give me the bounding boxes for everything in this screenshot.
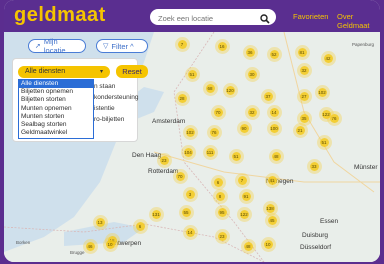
atm-cluster-marker[interactable]: 23 xyxy=(159,155,169,165)
top-bar: geldmaat Favorieten Over Geldmaat xyxy=(4,0,380,32)
atm-cluster-marker[interactable]: 16 xyxy=(217,41,227,51)
atm-cluster-marker[interactable]: 36 xyxy=(245,47,255,57)
dropdown-option[interactable]: Munten opnemen xyxy=(19,105,93,113)
my-location-button[interactable]: ➚ Mijn locatie xyxy=(28,37,86,55)
atm-cluster-marker[interactable]: 8 xyxy=(215,191,225,201)
atm-cluster-marker[interactable]: 68 xyxy=(205,83,215,93)
city-label: Düsseldorf xyxy=(300,244,332,251)
city-label: Den Haag xyxy=(132,152,162,159)
city-label: Amsterdam xyxy=(152,118,186,125)
chevron-down-icon: ▾ xyxy=(99,69,103,75)
filter-option-partial[interactable]: n staan xyxy=(94,83,115,90)
atm-cluster-marker[interactable]: 7 xyxy=(237,175,247,185)
atm-cluster-marker[interactable]: 7 xyxy=(177,39,187,49)
atm-cluster-marker[interactable]: 95 xyxy=(217,207,227,217)
atm-cluster-marker[interactable]: 27 xyxy=(299,91,309,101)
atm-cluster-marker[interactable]: 14 xyxy=(269,107,279,117)
dropdown-option[interactable]: Geldmaatwinkel xyxy=(19,129,93,137)
atm-cluster-marker[interactable]: 52 xyxy=(269,49,279,59)
atm-cluster-marker[interactable]: 55 xyxy=(181,207,191,217)
service-select-value: Alle diensten xyxy=(25,68,66,75)
atm-cluster-marker[interactable]: 100 xyxy=(269,123,279,133)
atm-cluster-marker[interactable]: 122 xyxy=(321,109,331,119)
filter-option-partial[interactable]: kondersteuning xyxy=(94,94,138,101)
atm-cluster-marker[interactable]: 91 xyxy=(241,191,251,201)
atm-cluster-marker[interactable]: 45 xyxy=(267,215,277,225)
favorites-link[interactable]: Favorieten xyxy=(293,12,328,21)
atm-cluster-marker[interactable]: 70 xyxy=(213,107,223,117)
atm-cluster-marker[interactable]: 3 xyxy=(185,189,195,199)
geldmaat-logo[interactable]: geldmaat xyxy=(14,4,106,27)
reset-button[interactable]: Reset xyxy=(116,65,148,78)
atm-cluster-marker[interactable]: 32 xyxy=(247,107,257,117)
atm-cluster-marker[interactable]: 33 xyxy=(309,161,319,171)
atm-cluster-marker[interactable]: 81 xyxy=(297,47,307,57)
atm-cluster-marker[interactable]: 35 xyxy=(299,113,309,123)
filter-icon: ▽ xyxy=(103,43,109,50)
atm-cluster-marker[interactable]: 120 xyxy=(225,85,235,95)
atm-cluster-marker[interactable]: 102 xyxy=(185,127,195,137)
dropdown-option[interactable]: Sealbag storten xyxy=(19,121,93,129)
city-label: Rotterdam xyxy=(148,168,179,175)
filter-label: Filter ^ xyxy=(111,41,134,51)
atm-cluster-marker[interactable]: 48 xyxy=(271,151,281,161)
atm-cluster-marker[interactable]: 10 xyxy=(105,239,115,249)
atm-cluster-marker[interactable]: 51 xyxy=(231,151,241,161)
atm-cluster-marker[interactable]: 28 xyxy=(177,93,187,103)
city-label: Papenburg xyxy=(352,42,375,47)
atm-cluster-marker[interactable]: 138 xyxy=(265,203,275,213)
service-dropdown-list: Alle diensten Biljetten opnemen Biljette… xyxy=(18,79,94,139)
atm-cluster-marker[interactable]: 32 xyxy=(299,65,309,75)
dropdown-option[interactable]: Munten storten xyxy=(19,113,93,121)
atm-cluster-marker[interactable]: 70 xyxy=(175,171,185,181)
city-label: Münster xyxy=(354,164,378,171)
atm-cluster-marker[interactable]: 51 xyxy=(319,137,329,147)
dropdown-option[interactable]: Alle diensten xyxy=(19,80,93,89)
atm-cluster-marker[interactable]: 104 xyxy=(183,147,193,157)
dropdown-option[interactable]: Biljetten opnemen xyxy=(19,88,93,96)
atm-cluster-marker[interactable]: 76 xyxy=(329,113,339,123)
atm-cluster-marker[interactable]: 90 xyxy=(239,123,249,133)
filter-option-partial[interactable]: ro-biljetten xyxy=(94,116,124,123)
my-location-label: Mijn locatie xyxy=(43,37,66,55)
search-icon[interactable] xyxy=(260,11,270,29)
atm-cluster-marker[interactable]: 51 xyxy=(187,69,197,79)
atm-cluster-marker[interactable]: 13 xyxy=(95,217,105,227)
atm-cluster-marker[interactable]: 76 xyxy=(209,127,219,137)
search-input[interactable] xyxy=(156,10,258,26)
app-frame: geldmaat Favorieten Over Geldmaat ➚ Mijn… xyxy=(4,0,380,262)
atm-cluster-marker[interactable]: 6 xyxy=(135,221,145,231)
atm-cluster-marker[interactable]: 14 xyxy=(185,227,195,237)
atm-cluster-marker[interactable]: 41 xyxy=(267,175,277,185)
atm-cluster-marker[interactable]: 21 xyxy=(295,125,305,135)
atm-cluster-marker[interactable]: 48 xyxy=(243,241,253,251)
atm-cluster-marker[interactable]: 10 xyxy=(263,239,273,249)
atm-cluster-marker[interactable]: 42 xyxy=(323,53,333,63)
atm-cluster-marker[interactable]: 30 xyxy=(247,69,257,79)
city-label: Essen xyxy=(320,218,339,225)
atm-cluster-marker[interactable]: 131 xyxy=(151,209,161,219)
service-select[interactable]: Alle diensten ▾ xyxy=(18,66,110,78)
atm-cluster-marker[interactable]: 23 xyxy=(217,231,227,241)
atm-cluster-marker[interactable]: 6 xyxy=(213,177,223,187)
atm-cluster-marker[interactable]: 102 xyxy=(317,87,327,97)
filter-option-partial[interactable]: istentie xyxy=(94,105,115,112)
search-box[interactable] xyxy=(150,9,276,26)
filter-button[interactable]: ▽ Filter ^ xyxy=(96,39,148,53)
atm-cluster-marker[interactable]: 111 xyxy=(205,147,215,157)
atm-cluster-marker[interactable]: 46 xyxy=(85,241,95,251)
location-arrow-icon: ➚ xyxy=(35,43,41,50)
city-label: Brugge xyxy=(70,250,85,255)
dropdown-option[interactable]: Biljetten storten xyxy=(19,96,93,104)
about-link[interactable]: Over Geldmaat xyxy=(337,12,380,30)
city-label: Borken xyxy=(16,240,31,245)
city-label: Duisburg xyxy=(302,232,329,239)
atm-cluster-marker[interactable]: 122 xyxy=(239,209,249,219)
atm-cluster-marker[interactable]: 37 xyxy=(263,91,273,101)
